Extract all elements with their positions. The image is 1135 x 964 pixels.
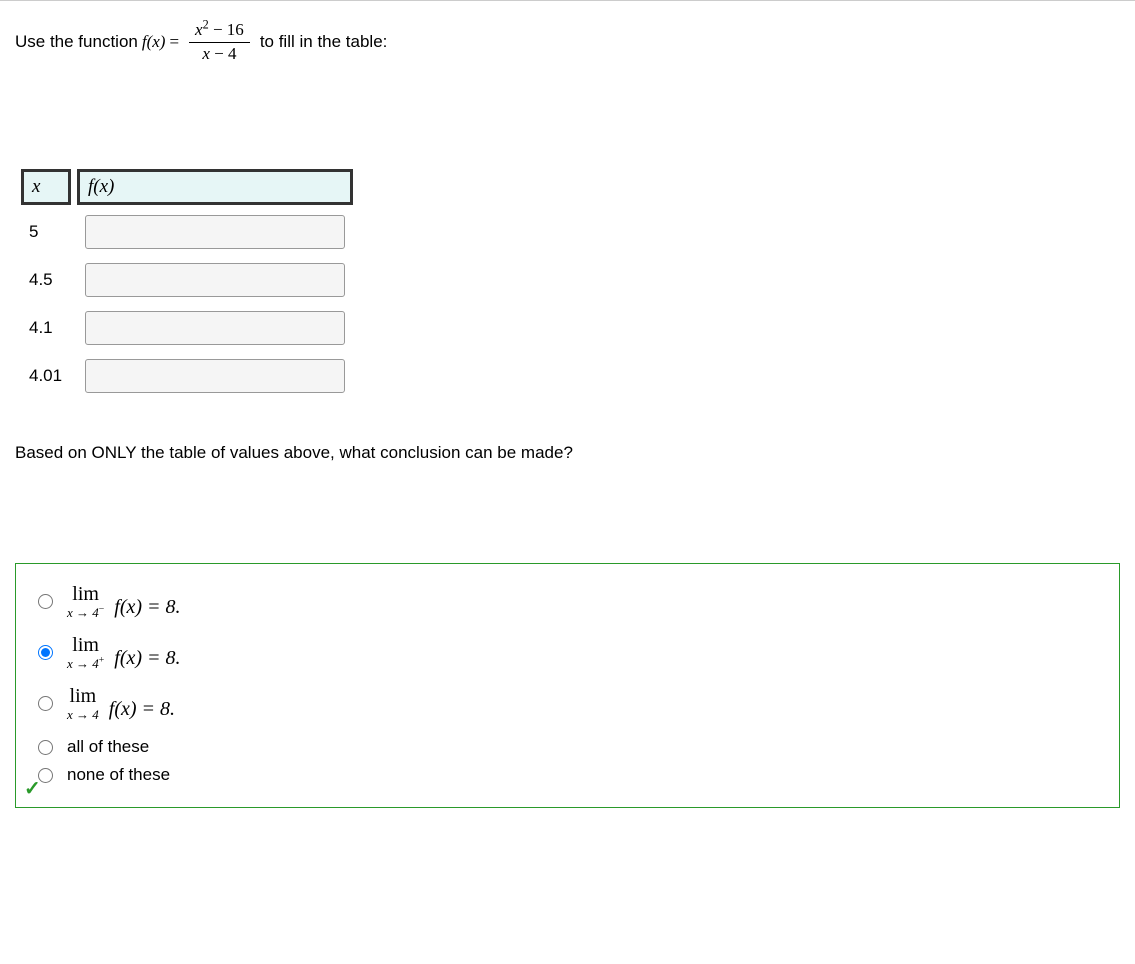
table-header-fx: f(x): [77, 169, 353, 205]
fx-input-1[interactable]: [85, 263, 345, 297]
option-2-fxeq: f(x) = 8.: [114, 647, 180, 670]
option-1-fxeq: f(x) = 8.: [114, 596, 180, 619]
option-2[interactable]: lim x → 4+ f(x) = 8.: [38, 635, 1097, 670]
option-1-sup: −: [99, 604, 105, 615]
x-value: 4.01: [21, 355, 71, 397]
x-value: 5: [21, 211, 71, 253]
answer-panel: lim x → 4− f(x) = 8. lim x → 4+ f(x) = 8…: [15, 563, 1120, 808]
frac-num-x: x: [195, 20, 203, 39]
option-3-to: x → 4: [67, 707, 99, 722]
fx-input-3[interactable]: [85, 359, 345, 393]
frac-den-rest: − 4: [210, 44, 237, 63]
option-5-text: none of these: [67, 765, 170, 785]
table-row: 4.01: [21, 355, 353, 397]
option-3-lim: lim: [70, 686, 97, 706]
x-value: 4.1: [21, 307, 71, 349]
conclusion-question: Based on ONLY the table of values above,…: [15, 443, 1120, 463]
frac-den-x: x: [202, 44, 210, 63]
option-5[interactable]: none of these: [38, 765, 1097, 785]
x-value: 4.5: [21, 259, 71, 301]
prompt-fraction: x2 − 16 x − 4: [189, 21, 250, 63]
option-1-radio[interactable]: [38, 594, 53, 609]
option-3-radio[interactable]: [38, 696, 53, 711]
option-1-to: x → 4: [67, 605, 99, 620]
table-row: 4.5: [21, 259, 353, 301]
option-4[interactable]: all of these: [38, 737, 1097, 757]
option-3[interactable]: lim x → 4 f(x) = 8.: [38, 686, 1097, 721]
option-4-radio[interactable]: [38, 740, 53, 755]
fx-input-0[interactable]: [85, 215, 345, 249]
table-row: 5: [21, 211, 353, 253]
option-4-text: all of these: [67, 737, 149, 757]
prompt-fx: f(x): [142, 32, 166, 52]
correct-check-icon: ✓: [24, 776, 41, 801]
option-2-radio[interactable]: [38, 645, 53, 660]
prompt-before: Use the function: [15, 32, 138, 52]
table-row: 4.1: [21, 307, 353, 349]
prompt-eq: =: [169, 32, 179, 52]
option-3-fxeq: f(x) = 8.: [109, 698, 175, 721]
option-2-to: x → 4: [67, 656, 99, 671]
fx-input-2[interactable]: [85, 311, 345, 345]
values-table: x f(x) 5 4.5 4.1: [15, 163, 359, 403]
prompt-after: to fill in the table:: [260, 32, 388, 52]
option-1[interactable]: lim x → 4− f(x) = 8.: [38, 584, 1097, 619]
frac-num-rest: − 16: [209, 20, 244, 39]
option-1-lim: lim: [72, 584, 99, 604]
option-2-lim: lim: [72, 635, 99, 655]
table-header-x: x: [21, 169, 71, 205]
option-2-sup: +: [99, 655, 105, 666]
question-prompt: Use the function f(x) = x2 − 16 x − 4 to…: [15, 21, 1120, 63]
